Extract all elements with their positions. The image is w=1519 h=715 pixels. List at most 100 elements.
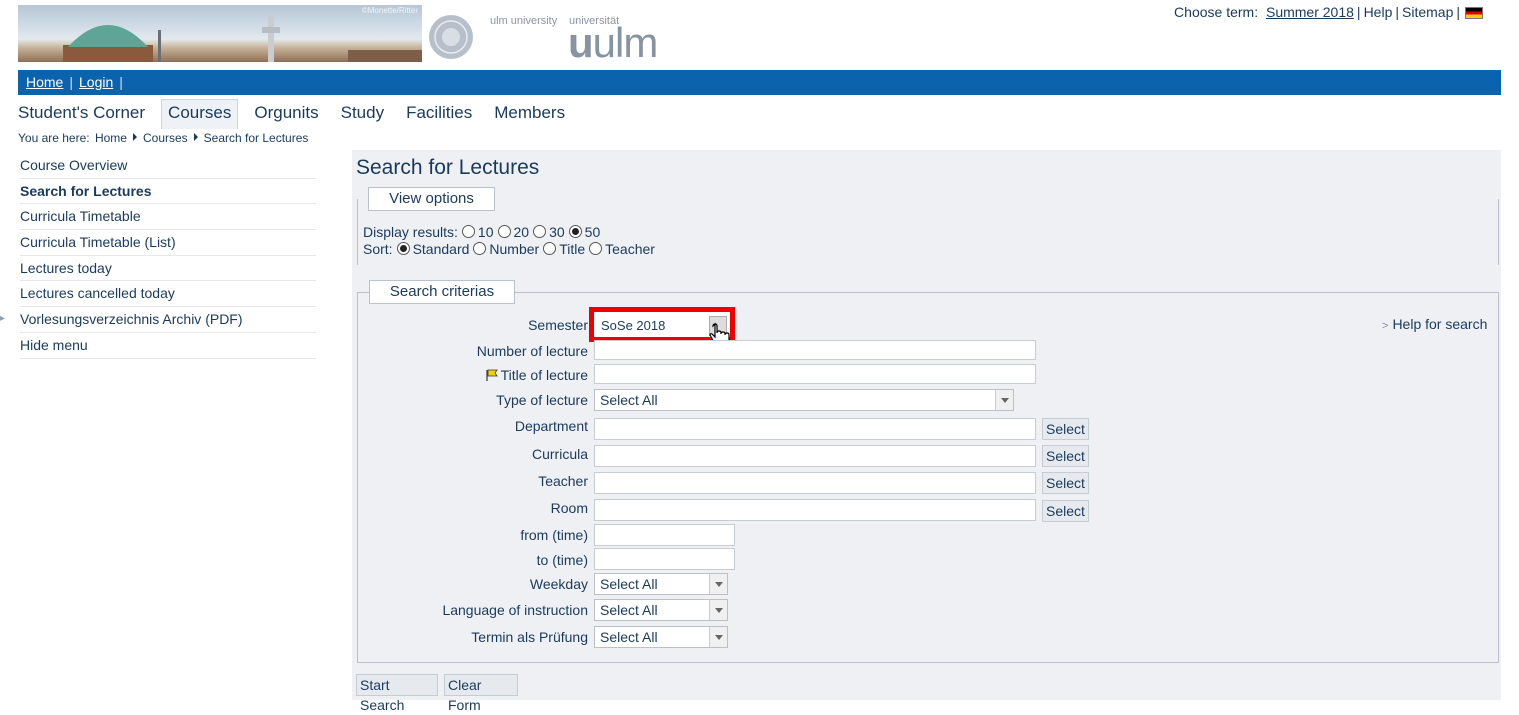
choose-term-label: Choose term: [1174, 4, 1259, 20]
display-10-radio[interactable] [461, 225, 475, 238]
sort-teacher-radio[interactable] [589, 242, 603, 255]
type-select-value: Select All [600, 392, 658, 408]
number-label: Number of lecture [476, 343, 588, 359]
room-label: Room [550, 500, 588, 516]
nav-courses[interactable]: Courses [161, 99, 239, 129]
semester-label: Semester [528, 317, 588, 333]
banner-copyright: ©Monette/Ritter [361, 6, 418, 15]
term-link[interactable]: Summer 2018 [1266, 4, 1354, 20]
title-label-text: Title of lecture [500, 367, 588, 383]
room-input[interactable] [594, 499, 1036, 521]
curricula-label: Curricula [531, 446, 588, 462]
display-30-label: 30 [549, 224, 565, 240]
sidebar-item-hide-menu[interactable]: Hide menu [20, 333, 316, 359]
sidebar-item-archive-pdf[interactable]: ▸ Vorlesungsverzeichnis Archiv (PDF) [0, 307, 316, 333]
teacher-input[interactable] [594, 472, 1036, 494]
sort-title-label: Title [559, 241, 586, 257]
weekday-select[interactable]: Select All [594, 573, 728, 595]
room-select-button[interactable]: Select [1042, 500, 1089, 522]
sort-teacher-label: Teacher [605, 241, 655, 257]
home-link[interactable]: Home [26, 74, 63, 90]
curricula-select-button[interactable]: Select [1042, 445, 1089, 467]
display-30-radio[interactable] [533, 225, 547, 238]
nav-orgunits[interactable]: Orgunits [243, 99, 329, 129]
title-input[interactable] [594, 364, 1036, 384]
top-blue-nav-bar: Home | Login | [18, 70, 1501, 95]
department-label: Department [514, 418, 588, 434]
header-banner-image: ©Monette/Ritter [18, 5, 422, 62]
separator: | [1456, 4, 1460, 20]
page-title: Search for Lectures [356, 156, 540, 179]
sort-label: Sort: [363, 241, 393, 257]
main-navigation: Student's Corner Courses Orgunits Study … [18, 99, 576, 129]
archive-bullet-icon: ▸ [0, 313, 6, 325]
start-search-button[interactable]: Start Search [356, 674, 438, 713]
chevron-down-icon [709, 600, 727, 620]
breadcrumb-prefix: You are here: [18, 131, 90, 145]
breadcrumb-arrow-icon [132, 133, 137, 141]
separator: | [1395, 4, 1399, 20]
type-select[interactable]: Select All [594, 389, 1014, 411]
logo-part-a: u [568, 19, 594, 66]
nav-students-corner[interactable]: Student's Corner [18, 99, 156, 129]
semester-value: SoSe 2018 [601, 318, 666, 333]
language-select[interactable]: Select All [594, 599, 728, 621]
flag-hint-icon [485, 369, 498, 381]
curricula-input[interactable] [594, 445, 1036, 467]
teacher-select-button[interactable]: Select [1042, 472, 1089, 494]
nav-members[interactable]: Members [483, 99, 576, 129]
weekday-label: Weekday [529, 576, 588, 592]
breadcrumb: You are here: Home Courses Search for Lect… [18, 131, 310, 145]
sidebar: Course Overview Search for Lectures Curr… [0, 153, 316, 359]
breadcrumb-home[interactable]: Home [95, 131, 127, 145]
display-20-label: 20 [513, 224, 530, 240]
to-time-input[interactable] [594, 548, 735, 570]
sidebar-item-search-lectures[interactable]: Search for Lectures [20, 179, 316, 205]
display-50-radio[interactable] [568, 225, 582, 238]
number-input[interactable] [594, 340, 1036, 360]
breadcrumb-courses[interactable]: Courses [143, 131, 188, 145]
sidebar-item-lectures-cancelled[interactable]: Lectures cancelled today [20, 281, 316, 308]
sort-standard-radio[interactable] [396, 242, 410, 255]
display-results-row: Display results: 10 20 30 50 [363, 224, 600, 240]
sidebar-item-course-overview[interactable]: Course Overview [20, 153, 316, 179]
chevron-down-icon [995, 390, 1013, 410]
view-options-toggle[interactable]: View options [368, 187, 495, 211]
sort-number-label: Number [489, 241, 540, 257]
termin-select[interactable]: Select All [594, 626, 728, 648]
breadcrumb-arrow-icon [193, 133, 198, 141]
weekday-select-value: Select All [600, 576, 658, 592]
help-arrow-icon: > [1382, 320, 1389, 332]
help-for-search-link[interactable]: > Help for search [1382, 316, 1487, 332]
german-flag-icon[interactable] [1465, 7, 1483, 20]
sidebar-item-lectures-today[interactable]: Lectures today [20, 256, 316, 282]
clear-form-button[interactable]: Clear Form [444, 674, 518, 713]
from-time-input[interactable] [594, 524, 735, 546]
breadcrumb-search-lectures[interactable]: Search for Lectures [204, 131, 309, 145]
nav-facilities[interactable]: Facilities [395, 99, 483, 129]
language-select-value: Select All [600, 602, 658, 618]
chevron-down-icon [709, 574, 727, 594]
chevron-down-icon [709, 627, 727, 647]
department-select-button[interactable]: Select [1042, 418, 1089, 440]
sort-standard-label: Standard [412, 241, 470, 257]
title-label: Title of lecture [352, 367, 588, 383]
uulm-logo[interactable]: uulm [568, 19, 658, 66]
sidebar-item-curricula-timetable-list[interactable]: Curricula Timetable (List) [20, 230, 316, 256]
login-link[interactable]: Login [79, 74, 113, 90]
department-input[interactable] [594, 418, 1036, 440]
university-name-en: ulm university [490, 15, 558, 27]
termin-select-value: Select All [600, 629, 658, 645]
sitemap-link[interactable]: Sitemap [1402, 4, 1453, 20]
university-seal-icon [429, 15, 473, 59]
display-50-label: 50 [584, 224, 601, 240]
sort-number-radio[interactable] [473, 242, 487, 255]
sidebar-item-curricula-timetable[interactable]: Curricula Timetable [20, 204, 316, 231]
help-link[interactable]: Help [1364, 4, 1393, 20]
sort-row: Sort: Standard Number Title Teacher [363, 241, 655, 257]
sort-title-radio[interactable] [543, 242, 557, 255]
nav-study[interactable]: Study [330, 99, 395, 129]
display-20-radio[interactable] [497, 225, 511, 238]
search-criteria-toggle[interactable]: Search criterias [369, 280, 515, 304]
display-results-label: Display results: [363, 224, 458, 240]
